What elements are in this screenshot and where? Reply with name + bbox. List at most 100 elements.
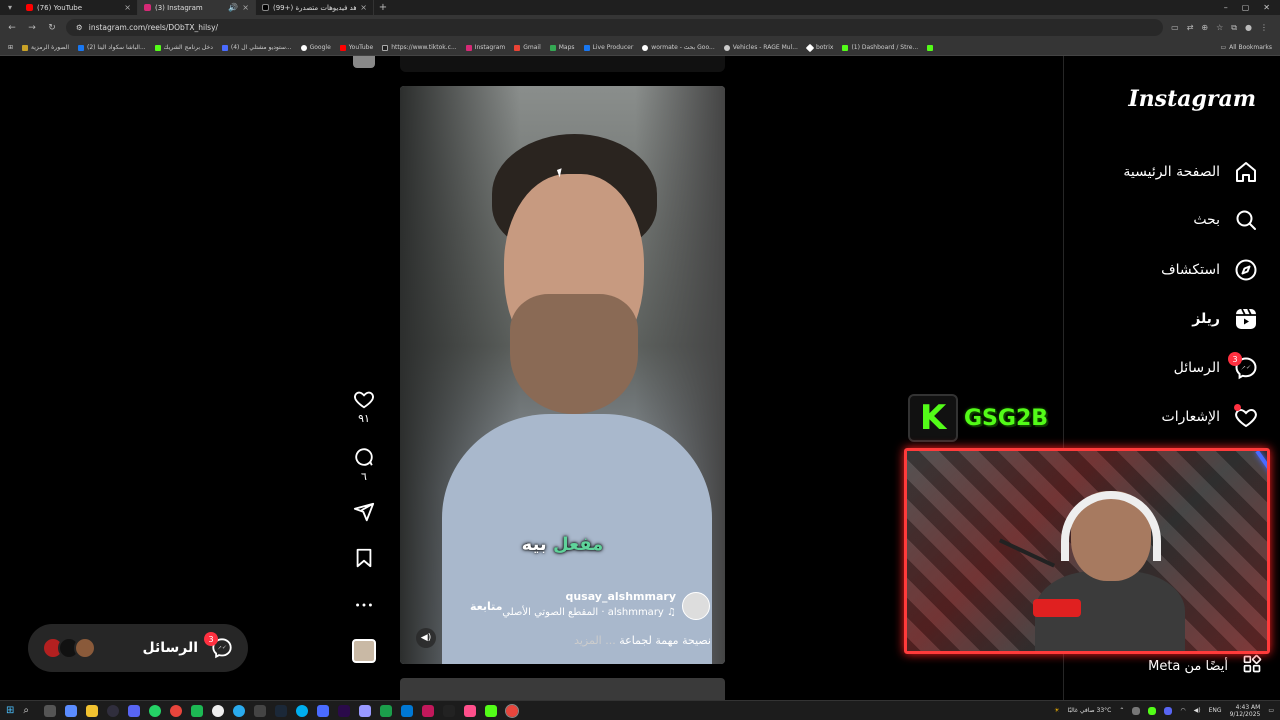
app-icon[interactable] xyxy=(65,704,78,717)
tab-instagram[interactable]: (3) Instagram 🔊 × xyxy=(138,0,256,15)
maximize-icon[interactable]: ▢ xyxy=(1242,3,1250,12)
more-link[interactable]: ... المزيد xyxy=(574,634,616,647)
bookmark-item[interactable]: https://www.tiktok.c... xyxy=(382,44,457,51)
app-icon[interactable] xyxy=(422,704,435,717)
close-tab-icon[interactable]: × xyxy=(242,3,249,12)
previous-reel[interactable] xyxy=(400,56,725,72)
new-tab-icon[interactable]: + xyxy=(374,2,392,13)
reel-video[interactable]: مفعل بيه qusay_alshmmary ♫ alshmmary · ا… xyxy=(400,86,725,664)
weather-text[interactable]: 33°C صافي غالبًا xyxy=(1068,707,1112,714)
also-from-meta[interactable]: أيضًا من Meta xyxy=(1132,654,1262,678)
notifications-icon[interactable]: ▭ xyxy=(1268,707,1274,714)
wifi-icon[interactable]: ◠ xyxy=(1180,707,1185,714)
chrome-icon[interactable] xyxy=(505,703,520,718)
bookmark-item[interactable]: YouTube xyxy=(339,44,373,51)
bookmark-item[interactable]: الصورة الرمزية xyxy=(22,44,69,51)
more-options-button[interactable] xyxy=(343,594,385,616)
bookmark-item[interactable]: Live Producer xyxy=(583,44,633,51)
volume-icon[interactable]: ◀) xyxy=(1194,707,1201,714)
messages-floating-button[interactable]: الرسائل 3 xyxy=(28,624,248,672)
bookmark-item[interactable]: wormate - بحث Goo... xyxy=(642,44,715,51)
volume-icon[interactable]: ◀) xyxy=(416,628,436,648)
sidebar-item-messages[interactable]: الرسائل 3 xyxy=(1063,348,1280,388)
language-indicator[interactable]: ENG xyxy=(1209,707,1222,714)
bookmark-star-icon[interactable]: ☆ xyxy=(1216,23,1223,33)
sidebar-item-notifications[interactable]: الإشعارات xyxy=(1063,397,1280,437)
previous-audio-thumb[interactable] xyxy=(353,56,375,68)
profile-icon[interactable]: ● xyxy=(1245,23,1252,33)
tab-youtube[interactable]: (76) YouTube × xyxy=(20,0,138,15)
telegram-icon[interactable] xyxy=(233,704,246,717)
app-icon[interactable] xyxy=(359,704,372,717)
chrome-icon[interactable] xyxy=(170,704,183,717)
back-arrow-icon[interactable]: ← xyxy=(6,23,18,33)
reel-audio-label[interactable]: ♫ alshmmary · المقطع الصوتي الأصلي xyxy=(502,607,676,618)
bookmark-item[interactable]: (2) الباشا سكواد الينا... xyxy=(78,44,146,51)
menu-icon[interactable]: ⋮ xyxy=(1260,23,1268,33)
audio-thumbnail[interactable] xyxy=(352,639,376,663)
tray-app-icon[interactable] xyxy=(1164,706,1173,715)
tab-search-chevron-icon[interactable]: ▾ xyxy=(0,3,20,12)
cast-icon[interactable]: ▭ xyxy=(1171,23,1179,33)
bookmark-item[interactable]: botrix xyxy=(805,43,833,52)
bookmark-item[interactable]: (1) Dashboard / Stre... xyxy=(842,44,918,51)
obs-icon[interactable] xyxy=(107,704,120,717)
tray-app-icon[interactable] xyxy=(1132,706,1141,715)
whatsapp-icon[interactable] xyxy=(149,704,162,717)
kick-icon[interactable] xyxy=(485,704,498,717)
file-explorer-icon[interactable] xyxy=(86,704,99,717)
bookmark-item[interactable]: Gmail xyxy=(514,44,541,51)
site-info-icon[interactable]: ⚙ xyxy=(76,23,83,32)
all-bookmarks[interactable]: ▭ All Bookmarks xyxy=(1220,44,1272,51)
sidebar-item-reels[interactable]: ريلز xyxy=(1063,299,1280,339)
author-username[interactable]: qusay_alshmmary xyxy=(565,590,676,603)
bookmark-item[interactable]: دخل برنامج الشريك xyxy=(154,44,213,51)
extensions-icon[interactable]: ⧉ xyxy=(1231,23,1237,33)
discord-icon[interactable] xyxy=(128,704,141,717)
close-tab-icon[interactable]: × xyxy=(360,3,367,12)
tray-overflow-icon[interactable]: ⌃ xyxy=(1119,707,1124,714)
spotify-icon[interactable] xyxy=(191,704,204,717)
zoom-icon[interactable]: ⊕ xyxy=(1201,23,1208,33)
bookmark-item[interactable]: Google xyxy=(300,44,331,51)
follow-button[interactable]: متابعة xyxy=(470,600,502,613)
like-button[interactable]: ٩١ xyxy=(343,388,385,425)
app-icon[interactable] xyxy=(401,704,414,717)
close-window-icon[interactable]: ✕ xyxy=(1263,3,1270,12)
clock[interactable]: 4:43 AM 9/12/2025 xyxy=(1230,704,1261,718)
minimize-icon[interactable]: – xyxy=(1224,3,1228,12)
bookmark-item[interactable]: (4) ستوديو مشتلي ال... xyxy=(221,44,292,51)
windows-start-icon[interactable]: ⊞ xyxy=(6,705,14,716)
next-reel[interactable] xyxy=(400,678,725,700)
tab-tiktok[interactable]: (99+) شاهد فيديوهات متصدرة | × xyxy=(256,0,374,15)
bookmark-item[interactable]: Maps xyxy=(549,44,575,51)
translate-icon[interactable]: ⇄ xyxy=(1187,23,1194,33)
reload-icon[interactable]: ↻ xyxy=(46,23,58,33)
sidebar-item-explore[interactable]: استكشاف xyxy=(1063,250,1280,290)
comment-button[interactable]: ٦ xyxy=(343,446,385,483)
bookmark-item[interactable] xyxy=(927,44,934,51)
forward-arrow-icon[interactable]: → xyxy=(26,23,38,33)
task-view-icon[interactable] xyxy=(44,704,57,717)
app-icon[interactable] xyxy=(317,704,330,717)
sidebar-item-home[interactable]: الصفحة الرئيسية xyxy=(1063,152,1280,192)
share-button[interactable] xyxy=(343,501,385,523)
bookmark-item[interactable]: Vehicles - RAGE Mul... xyxy=(723,44,798,51)
skype-icon[interactable] xyxy=(296,704,309,717)
steam-icon[interactable] xyxy=(275,704,288,717)
app-icon[interactable] xyxy=(254,704,267,717)
close-tab-icon[interactable]: × xyxy=(124,3,131,12)
premiere-icon[interactable] xyxy=(338,704,351,717)
save-button[interactable] xyxy=(343,547,385,569)
capcut-icon[interactable] xyxy=(443,704,456,717)
app-icon[interactable] xyxy=(380,704,393,717)
apps-grid-icon[interactable]: ⊞ xyxy=(8,44,13,51)
app-icon[interactable] xyxy=(464,704,477,717)
app-icon[interactable] xyxy=(212,704,225,717)
sidebar-item-search[interactable]: بحث xyxy=(1063,200,1280,240)
audio-icon[interactable]: 🔊 xyxy=(228,3,238,12)
instagram-logo[interactable]: Instagram xyxy=(1128,86,1256,112)
author-avatar[interactable] xyxy=(682,592,710,620)
bookmark-item[interactable]: Instagram xyxy=(465,44,505,51)
tray-app-icon[interactable] xyxy=(1148,706,1157,715)
